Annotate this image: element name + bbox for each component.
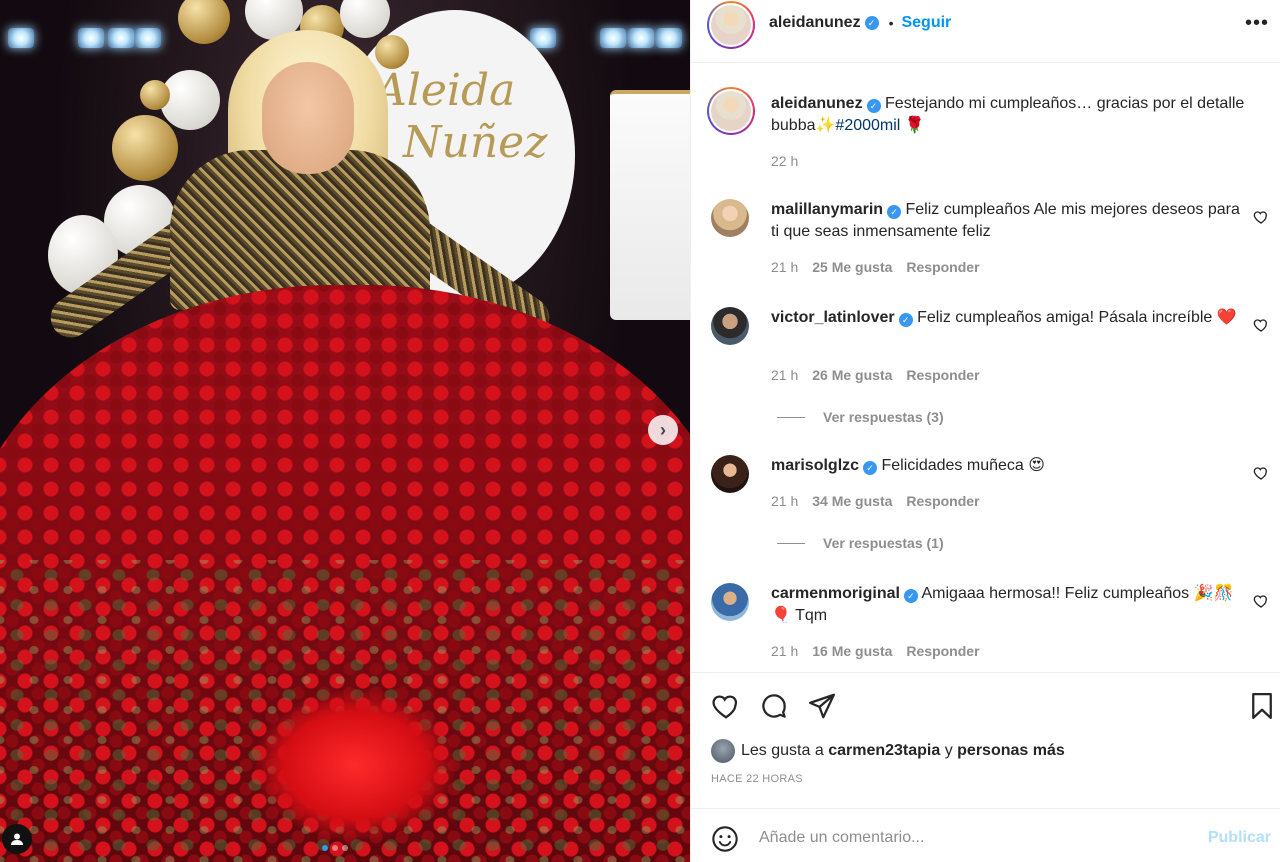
liker-username[interactable]: carmen23tapia: [828, 742, 940, 760]
replies-divider: [777, 416, 805, 418]
heart-icon[interactable]: [1253, 209, 1269, 225]
likes-prefix: Les gusta a: [741, 742, 824, 759]
next-slide-button[interactable]: ›: [648, 415, 678, 445]
replies-divider: [777, 542, 805, 544]
comment-time[interactable]: 21 h: [771, 259, 798, 275]
commenter-avatar[interactable]: [711, 455, 749, 493]
caption-story-ring[interactable]: [707, 87, 755, 135]
follow-button[interactable]: Seguir: [901, 14, 951, 32]
balloon: [140, 80, 170, 110]
verified-badge-icon: ✓: [898, 313, 913, 327]
commenter-username[interactable]: carmenmoriginal: [771, 585, 900, 602]
carousel-indicator: [322, 845, 348, 851]
comment-likes[interactable]: 34 Me gusta: [812, 493, 892, 509]
commenter-username[interactable]: victor_latinlover: [771, 309, 895, 326]
face: [262, 62, 354, 174]
likes-connector: y: [944, 742, 953, 759]
post-header: aleidanunez ✓ • Seguir •••: [691, 0, 1280, 49]
likes-others[interactable]: personas más: [957, 742, 1065, 760]
comment-likes[interactable]: 16 Me gusta: [812, 643, 892, 659]
chevron-right-icon: ›: [660, 419, 666, 440]
view-replies-button[interactable]: Ver respuestas (1): [777, 535, 944, 551]
view-replies-label: Ver respuestas (3): [823, 409, 944, 425]
comment-likes[interactable]: 26 Me gusta: [812, 367, 892, 383]
comment-time[interactable]: 21 h: [771, 367, 798, 383]
reply-button[interactable]: Responder: [906, 643, 979, 659]
comment-time[interactable]: 21 h: [771, 643, 798, 659]
view-replies-button[interactable]: Ver respuestas (3): [777, 409, 944, 425]
add-comment-bar: Publicar: [691, 808, 1280, 862]
verified-badge-icon: ✓: [887, 205, 902, 219]
reply-button[interactable]: Responder: [906, 259, 979, 275]
verified-badge-icon: ✓: [863, 461, 878, 475]
separator: •: [888, 15, 894, 31]
comment-likes[interactable]: 25 Me gusta: [812, 259, 892, 275]
commenter-avatar[interactable]: [711, 307, 749, 345]
reply-button[interactable]: Responder: [906, 493, 979, 509]
rose-emoji: 🌹: [904, 117, 925, 134]
post-timestamp[interactable]: HACE 22 HORAS: [711, 773, 803, 785]
user-icon: [11, 833, 23, 845]
backdrop-text: Aleida Nuñez: [375, 65, 548, 168]
comments-list[interactable]: aleidanunez ✓ Festejando mi cumpleaños… g…: [691, 62, 1280, 672]
heart-icon[interactable]: [1253, 465, 1269, 481]
carousel-dot: [332, 845, 338, 851]
balloon: [112, 115, 178, 181]
comment-text: Feliz cumpleaños amiga! Pásala increíble…: [917, 309, 1237, 326]
verified-badge-icon: ✓: [903, 589, 918, 603]
post-details-panel: aleidanunez ✓ • Seguir ••• aleidanunez ✓ …: [690, 0, 1280, 862]
share-send-icon[interactable]: [807, 691, 837, 721]
story-ring[interactable]: [707, 1, 755, 49]
balloon: [375, 35, 409, 69]
cake: [610, 90, 690, 320]
post-actions: Les gusta a carmen23tapia y personas más…: [691, 672, 1280, 808]
reply-button[interactable]: Responder: [906, 367, 979, 383]
avatar: [711, 5, 751, 45]
red-bow: [255, 690, 455, 840]
avatar: [711, 91, 751, 131]
comment-text: Felicidades muñeca 😍: [881, 457, 1045, 474]
heart-icon[interactable]: [1253, 317, 1269, 333]
comment-time[interactable]: 21 h: [771, 493, 798, 509]
liker-avatar[interactable]: [711, 739, 735, 763]
carousel-dot: [342, 845, 348, 851]
likes-summary: Les gusta a carmen23tapia y personas más: [711, 739, 1065, 763]
heart-icon[interactable]: [1253, 593, 1269, 609]
caption-time[interactable]: 22 h: [771, 153, 798, 169]
commenter-avatar[interactable]: [711, 199, 749, 237]
caption-username[interactable]: aleidanunez: [771, 95, 863, 112]
hashtag-link[interactable]: #2000mil: [835, 117, 900, 134]
view-replies-label: Ver respuestas (1): [823, 535, 944, 551]
like-heart-icon[interactable]: [711, 691, 741, 721]
verified-badge-icon: ✓: [866, 99, 881, 113]
commenter-avatar[interactable]: [711, 583, 749, 621]
commenter-username[interactable]: malillanymarin: [771, 201, 883, 218]
emoji-icon[interactable]: [711, 825, 739, 853]
verified-badge-icon: ✓: [864, 16, 879, 30]
comment-bubble-icon[interactable]: [759, 691, 789, 721]
carousel-dot: [322, 845, 328, 851]
publish-button[interactable]: Publicar: [1208, 829, 1271, 847]
more-options-icon[interactable]: •••: [1245, 12, 1269, 35]
post-author-username[interactable]: aleidanunez: [769, 14, 861, 32]
comment-input[interactable]: [759, 823, 1179, 853]
tagged-users-button[interactable]: [2, 824, 32, 854]
post-media[interactable]: Aleida Nuñez ›: [0, 0, 690, 862]
commenter-username[interactable]: marisolglzc: [771, 457, 859, 474]
bookmark-icon[interactable]: [1247, 691, 1277, 721]
